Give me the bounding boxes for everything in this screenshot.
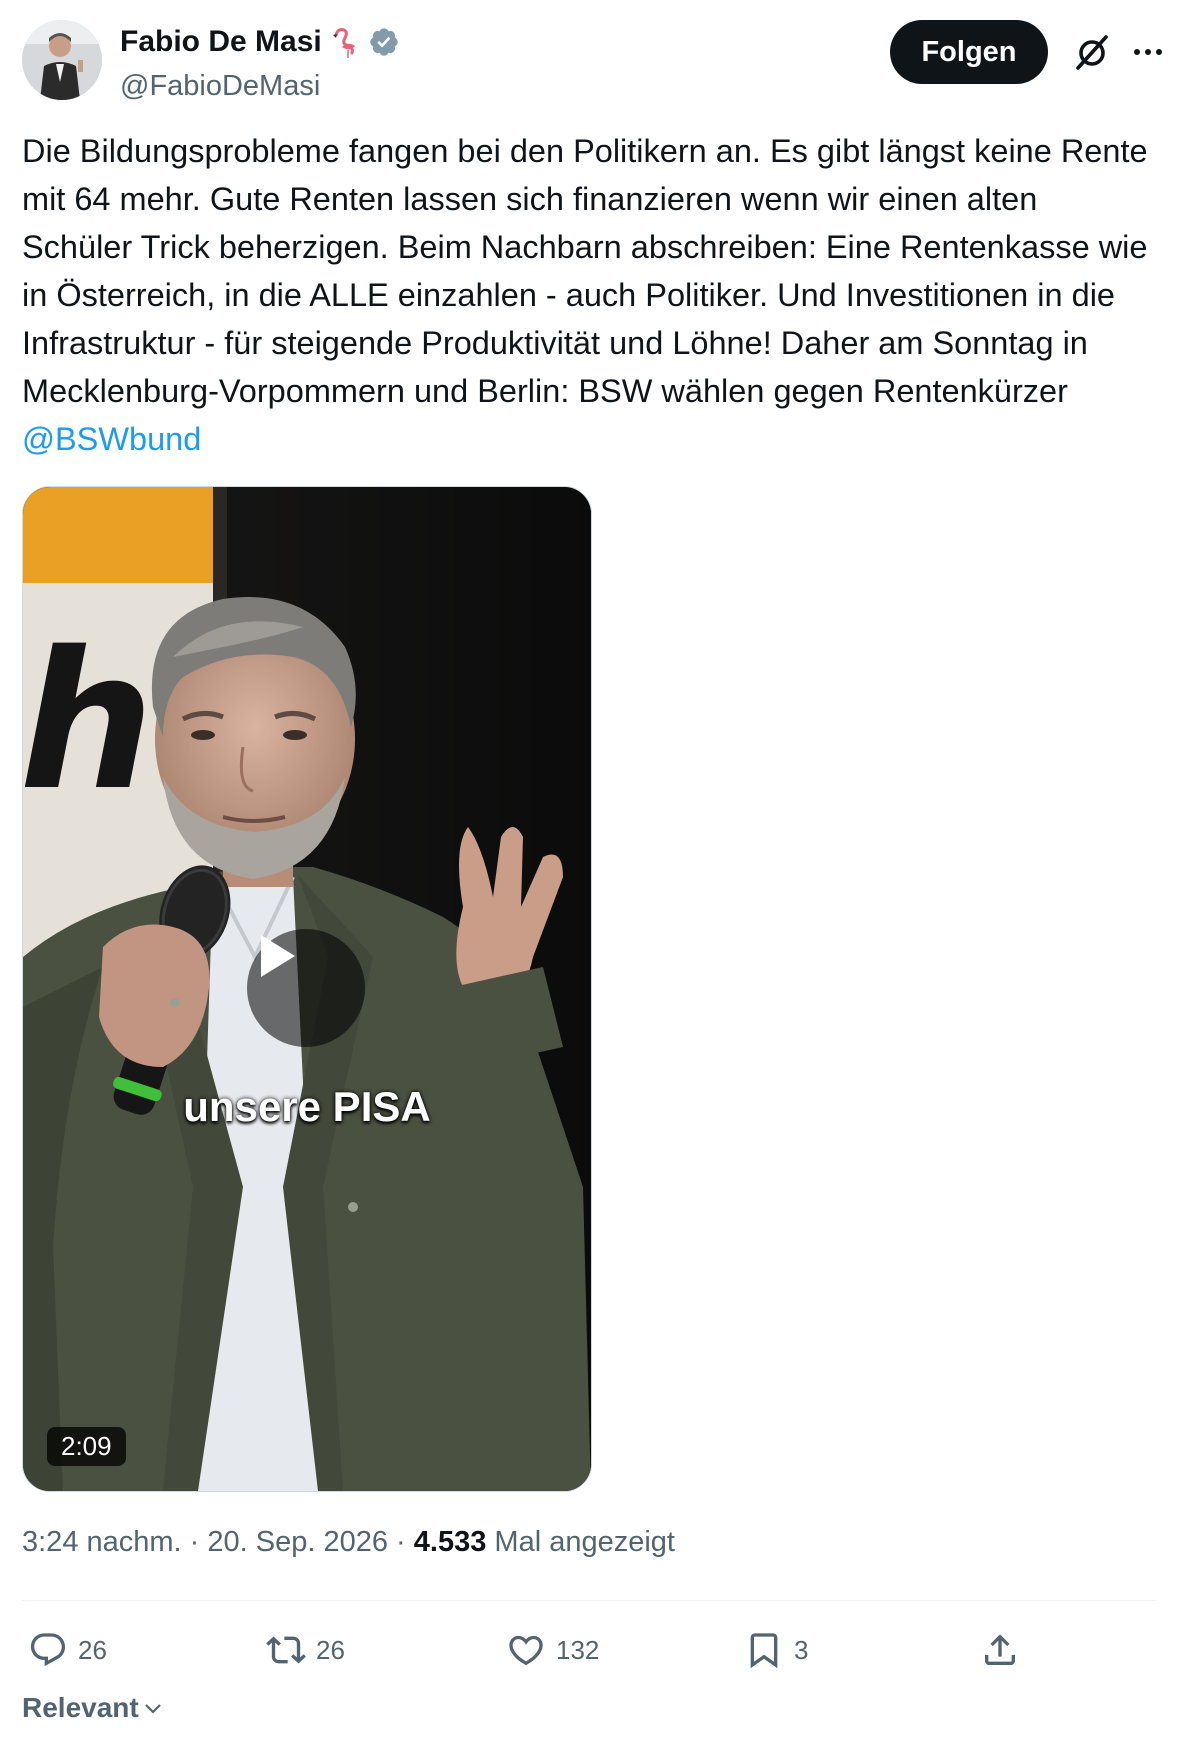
divider [22, 1600, 1156, 1601]
meta-separator-1: · [181, 1526, 208, 1558]
video-duration: 2:09 [47, 1427, 126, 1466]
tweet-date[interactable]: 20. Sep. 2026 [207, 1526, 388, 1558]
share-icon [985, 1634, 1015, 1665]
flamingo-emoji [328, 25, 362, 59]
avatar-photo [22, 20, 102, 100]
verified-badge-icon[interactable] [368, 26, 400, 58]
repost-icon [266, 1636, 306, 1664]
repost-button[interactable]: 26 [266, 1620, 345, 1680]
tweet-body: Die Bildungsprobleme fangen bei den Poli… [22, 133, 1148, 409]
bookmark-icon [750, 1633, 778, 1669]
sort-dropdown[interactable]: Relevant [22, 1692, 165, 1724]
video-player[interactable]: h unsere PISA 2:09 [22, 486, 592, 1492]
action-bar: 26 26 132 3 [22, 1620, 1156, 1680]
tweet-text: Die Bildungsprobleme fangen bei den Poli… [22, 127, 1152, 463]
author-handle[interactable]: @FabioDeMasi [120, 70, 320, 103]
reply-icon [30, 1633, 66, 1667]
chevron-down-icon [144, 1704, 161, 1714]
meta-separator-2: · [388, 1526, 414, 1558]
like-button[interactable]: 132 [506, 1620, 599, 1680]
reply-count: 26 [78, 1634, 107, 1665]
heart-icon [509, 1635, 543, 1666]
author-name[interactable]: Fabio De Masi [120, 25, 322, 59]
grok-icon[interactable] [1072, 32, 1112, 72]
like-count: 132 [556, 1634, 600, 1665]
tweet-meta: 3:24 nachm. · 20. Sep. 2026 · 4.533 Mal … [22, 1526, 675, 1559]
views-label: Mal angezeigt [494, 1526, 675, 1558]
play-button[interactable] [247, 929, 365, 1047]
bookmark-count: 3 [794, 1634, 809, 1665]
repost-count: 26 [316, 1634, 345, 1665]
share-button[interactable] [980, 1620, 1020, 1680]
views-count: 4.533 [413, 1526, 487, 1558]
more-options-icon[interactable] [1128, 32, 1168, 72]
author-name-row[interactable]: Fabio De Masi [120, 22, 400, 62]
video-caption: unsere PISA [183, 1083, 431, 1130]
follow-button[interactable]: Folgen [890, 20, 1048, 84]
mention-link[interactable]: @BSWbund [22, 421, 201, 457]
reply-button[interactable]: 26 [28, 1620, 107, 1680]
flamingo-icon [332, 28, 355, 58]
banner-letter: h [23, 611, 154, 832]
play-icon [261, 935, 295, 977]
bookmark-button[interactable]: 3 [744, 1620, 808, 1680]
tweet-header: Fabio De Masi @FabioDeMasi Folgen [22, 18, 1162, 103]
avatar[interactable] [22, 20, 102, 100]
sort-label: Relevant [22, 1692, 139, 1723]
tweet-time[interactable]: 3:24 nachm. [22, 1526, 182, 1558]
